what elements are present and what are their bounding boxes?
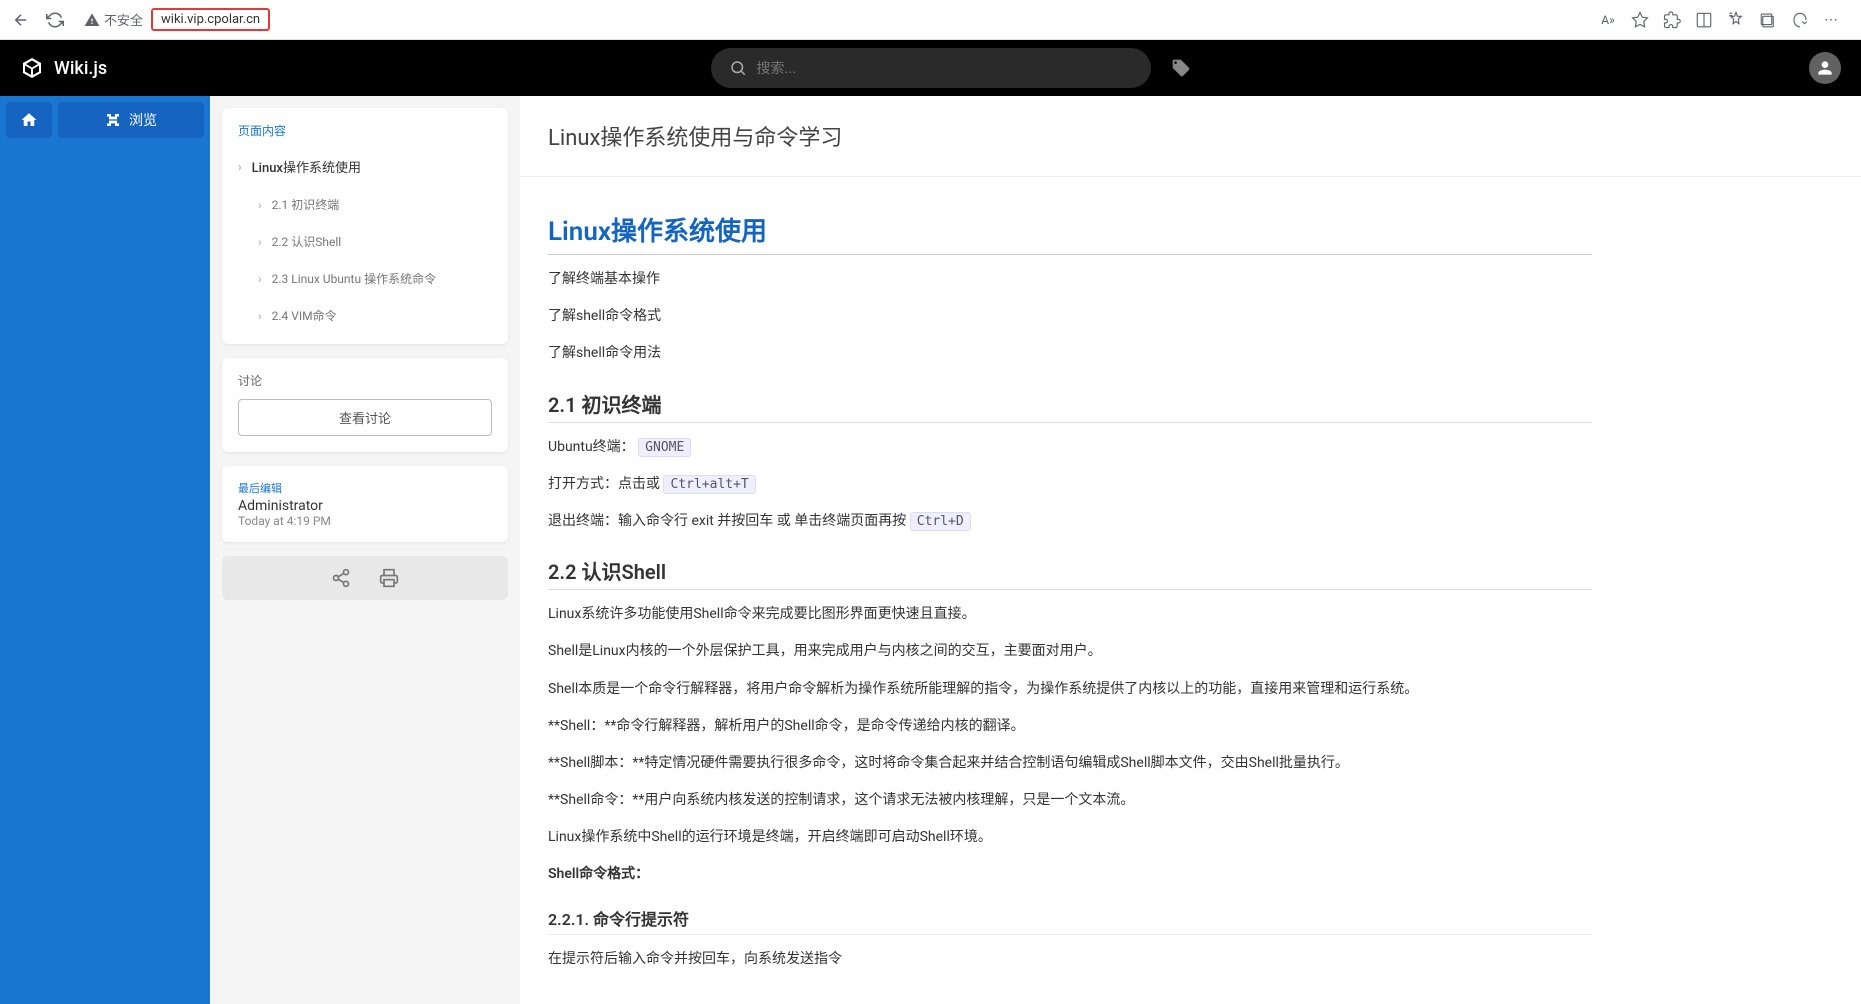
- toc-title: 页面内容: [222, 118, 508, 147]
- article-paragraph: **Shell脚本：**特定情况硬件需要执行很多命令，这时将命令集合起来并结合控…: [548, 751, 1592, 776]
- article-paragraph: Linux操作系统中Shell的运行环境是终端，开启终端即可启动Shell环境。: [548, 825, 1592, 850]
- chevron-right-icon: ›: [258, 272, 262, 286]
- article-paragraph: Shell是Linux内核的一个外层保护工具，用来完成用户与内核之间的交互，主要…: [548, 639, 1592, 664]
- collections-icon[interactable]: [1759, 11, 1777, 29]
- more-icon[interactable]: ⋯: [1823, 11, 1841, 29]
- read-aloud-icon[interactable]: A»: [1599, 11, 1617, 29]
- toc-item[interactable]: › 2.4 VIM命令: [222, 297, 508, 334]
- section-heading: 2.1 初识终端: [548, 389, 1592, 423]
- search-icon: [729, 59, 747, 77]
- insecure-warning[interactable]: 不安全: [84, 10, 143, 29]
- article-paragraph: Shell命令格式：: [548, 862, 1592, 887]
- share-icon[interactable]: [331, 568, 351, 588]
- article: Linux操作系统使用与命令学习 Linux操作系统使用 了解终端基本操作 了解…: [520, 96, 1861, 1004]
- home-button[interactable]: [6, 102, 52, 138]
- toc-item-label: 2.3 Linux Ubuntu 操作系统命令: [272, 270, 436, 287]
- chevron-right-icon: ›: [238, 160, 242, 174]
- toc-item-label: Linux操作系统使用: [252, 157, 361, 176]
- code-inline: Ctrl+D: [910, 512, 971, 531]
- search-box[interactable]: [711, 48, 1151, 88]
- wikijs-logo-icon: [20, 56, 44, 80]
- article-paragraph: 打开方式：点击或 Ctrl+alt+T: [548, 472, 1592, 497]
- article-paragraph: 了解shell命令用法: [548, 341, 1592, 366]
- browse-button[interactable]: 浏览: [58, 102, 204, 138]
- toc-card: 页面内容 › Linux操作系统使用 › 2.1 初识终端 › 2.2 认识Sh…: [222, 108, 508, 344]
- url-text[interactable]: wiki.vip.cpolar.cn: [151, 8, 270, 31]
- user-avatar[interactable]: [1809, 52, 1841, 84]
- favorites-star-icon[interactable]: [1727, 11, 1745, 29]
- view-discussion-button[interactable]: 查看讨论: [238, 399, 492, 436]
- section-heading: 2.2 认识Shell: [548, 556, 1592, 590]
- page-title: Linux操作系统使用与命令学习: [548, 120, 1833, 152]
- browse-label: 浏览: [129, 110, 157, 130]
- favorite-icon[interactable]: [1631, 11, 1649, 29]
- toc-item[interactable]: › 2.1 初识终端: [222, 186, 508, 223]
- meta-author: Administrator: [238, 498, 492, 514]
- chevron-right-icon: ›: [258, 198, 262, 212]
- app-header: Wiki.js: [0, 40, 1861, 96]
- chevron-right-icon: ›: [258, 309, 262, 323]
- app-name: Wiki.js: [54, 58, 107, 79]
- print-icon[interactable]: [379, 568, 399, 588]
- article-paragraph: Linux系统许多功能使用Shell命令来完成要比图形界面更快速且直接。: [548, 602, 1592, 627]
- toc-item[interactable]: › 2.2 认识Shell: [222, 223, 508, 260]
- toc-item[interactable]: › Linux操作系统使用: [222, 147, 508, 186]
- toc-item-label: 2.2 认识Shell: [272, 233, 342, 250]
- reload-icon[interactable]: [46, 11, 64, 29]
- discuss-title: 讨论: [238, 372, 492, 389]
- browser-toolbar: 不安全 wiki.vip.cpolar.cn A» ⋯: [0, 0, 1861, 40]
- article-paragraph: 了解shell命令格式: [548, 304, 1592, 329]
- code-inline: GNOME: [638, 438, 691, 457]
- toc-item-label: 2.4 VIM命令: [272, 307, 337, 324]
- article-paragraph: **Shell：**命令行解释器，解析用户的Shell命令，是命令传递给内核的翻…: [548, 714, 1592, 739]
- home-icon: [20, 111, 38, 129]
- search-input[interactable]: [757, 60, 1133, 76]
- insecure-label: 不安全: [104, 10, 143, 29]
- toc-item[interactable]: › 2.3 Linux Ubuntu 操作系统命令: [222, 260, 508, 297]
- toc-item-label: 2.1 初识终端: [272, 196, 340, 213]
- left-rail: 浏览: [0, 96, 210, 1004]
- meta-time: Today at 4:19 PM: [238, 514, 492, 528]
- article-paragraph: 在提示符后输入命令并按回车，向系统发送指令: [548, 947, 1592, 972]
- article-paragraph: Shell本质是一个命令行解释器，将用户命令解析为操作系统所能理解的指令，为操作…: [548, 677, 1592, 702]
- actions-card: [222, 556, 508, 600]
- article-paragraph: **Shell命令：**用户向系统内核发送的控制请求，这个请求无法被内核理解，只…: [548, 788, 1592, 813]
- tree-icon: [105, 112, 121, 128]
- extension-icon[interactable]: [1663, 11, 1681, 29]
- discuss-card: 讨论 查看讨论: [222, 358, 508, 452]
- split-icon[interactable]: [1695, 11, 1713, 29]
- article-paragraph: 退出终端：输入命令行 exit 并按回车 或 单击终端页面再按 Ctrl+D: [548, 509, 1592, 534]
- article-h1: Linux操作系统使用: [548, 211, 1592, 255]
- subsection-heading: 2.2.1. 命令行提示符: [548, 906, 1592, 935]
- person-icon: [1815, 58, 1835, 78]
- browser-misc-icon[interactable]: [1791, 11, 1809, 29]
- meta-card: 最后编辑 Administrator Today at 4:19 PM: [222, 466, 508, 542]
- code-inline: Ctrl+alt+T: [663, 475, 755, 494]
- app-logo[interactable]: Wiki.js: [20, 56, 107, 80]
- back-icon[interactable]: [12, 11, 30, 29]
- chevron-right-icon: ›: [258, 235, 262, 249]
- tags-icon[interactable]: [1171, 58, 1191, 78]
- article-paragraph: Ubuntu终端： GNOME: [548, 435, 1592, 460]
- meta-label: 最后编辑: [238, 480, 492, 496]
- article-paragraph: 了解终端基本操作: [548, 267, 1592, 292]
